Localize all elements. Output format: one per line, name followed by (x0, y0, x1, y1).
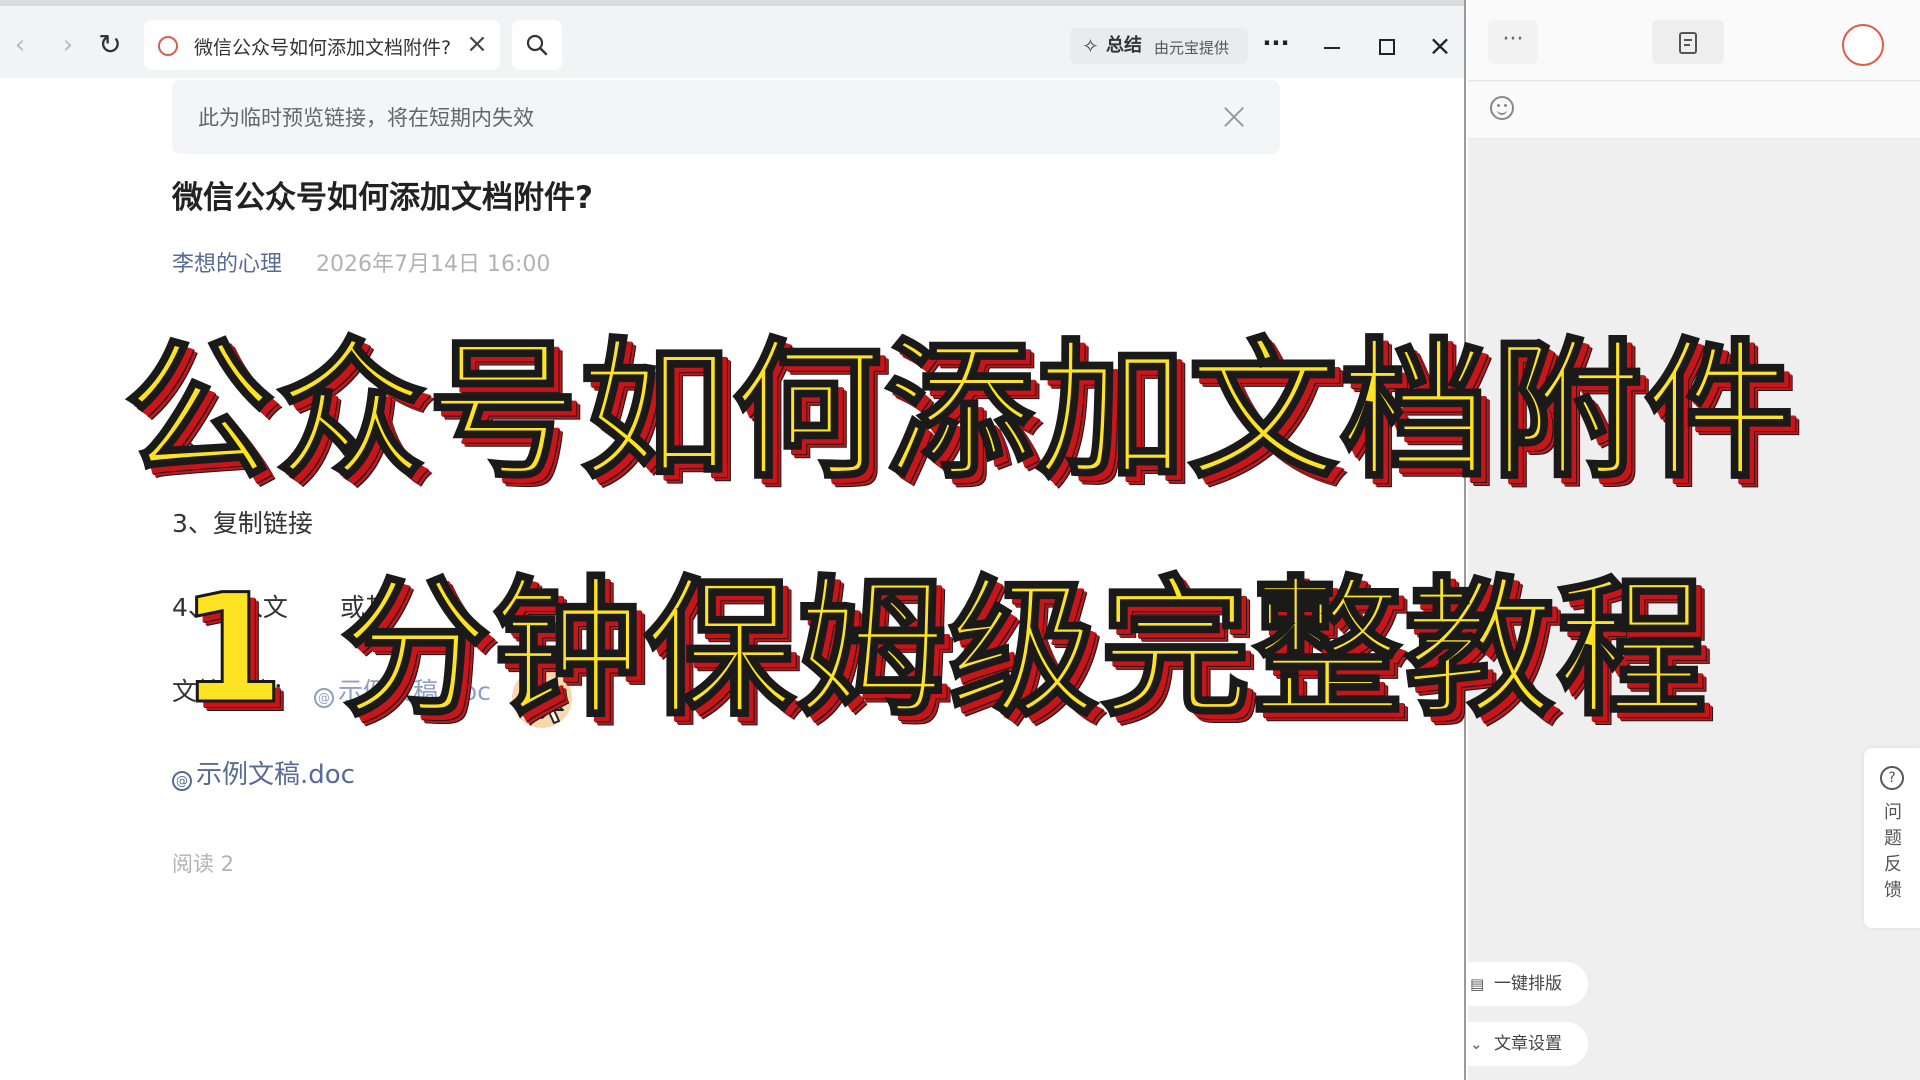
document-icon (1679, 32, 1697, 54)
minimize-button[interactable] (1312, 26, 1352, 66)
search-button[interactable] (512, 20, 562, 70)
sparkle-icon: ✧ (1082, 34, 1099, 58)
article-settings-button[interactable]: ⌄ 文章设置 (1452, 1022, 1588, 1066)
article-settings-label: 文章设置 (1494, 1034, 1562, 1054)
article-title: 微信公众号如何添加文档附件? (172, 180, 593, 216)
close-tab-button[interactable]: × (462, 29, 492, 59)
emoji-icon[interactable] (1490, 96, 1514, 120)
overlay-title-line-1: 公众号如何添加文档附件 (122, 324, 1796, 501)
format-icon: ▤ (1470, 975, 1485, 993)
favicon-icon (158, 36, 178, 56)
editor-more-button[interactable]: ··· (1488, 20, 1538, 64)
avatar[interactable] (1842, 24, 1884, 66)
feedback-label: 问题反馈 (1884, 802, 1902, 901)
summary-provider: 由元宝提供 (1154, 39, 1230, 57)
close-window-button[interactable]: × (1420, 26, 1460, 66)
notice-text: 此为临时预览链接，将在短期内失效 (198, 106, 534, 130)
notice-close-button[interactable]: × (1212, 94, 1256, 138)
browser-menu-button[interactable]: ··· (1256, 26, 1296, 66)
one-click-format-button[interactable]: ▤ 一键排版 (1452, 962, 1588, 1006)
attachment-link[interactable]: @ 示例文稿.doc (172, 754, 355, 791)
article-date: 2026年7月14日 16:00 (316, 252, 551, 277)
attachment-link-text: 示例文稿.doc (196, 760, 355, 790)
feedback-panel[interactable]: ? 问题反馈 (1864, 748, 1920, 928)
maximize-button[interactable] (1366, 26, 1406, 66)
browser-tab[interactable]: 微信公众号如何添加文档附件? × (144, 20, 500, 70)
chevron-down-icon: ⌄ (1470, 1035, 1483, 1053)
forward-button[interactable]: › (52, 30, 84, 62)
reload-button[interactable]: ↻ (94, 30, 126, 62)
one-click-format-label: 一键排版 (1494, 974, 1562, 994)
read-count: 阅读 2 (172, 852, 235, 876)
question-icon: ? (1880, 766, 1904, 790)
tab-title: 微信公众号如何添加文档附件? (194, 37, 452, 59)
summary-button[interactable]: ✧ 总结 由元宝提供 (1070, 28, 1248, 64)
summary-label: 总结 (1106, 35, 1142, 56)
article-author-link[interactable]: 李想的心理 (172, 246, 282, 278)
search-icon (526, 34, 548, 56)
preview-notice: 此为临时预览链接，将在短期内失效 × (172, 80, 1280, 154)
overlay-title-line-2: 1 分钟保姆级完整教程 (178, 562, 1709, 739)
browser-titlebar: ‹ › ↻ 微信公众号如何添加文档附件? × ✧ 总结 由元宝提供 ··· × (0, 0, 1464, 78)
editor-doc-button[interactable] (1652, 20, 1724, 64)
link-icon: @ (172, 771, 192, 791)
screen: ··· ? 问题反馈 ▤ 一键排版 ⌄ 文章设置 ‹ › ↻ 微信公众号如何添加文档… (0, 0, 1920, 1080)
back-button[interactable]: ‹ (4, 30, 36, 62)
editor-toolbar (1468, 82, 1920, 139)
